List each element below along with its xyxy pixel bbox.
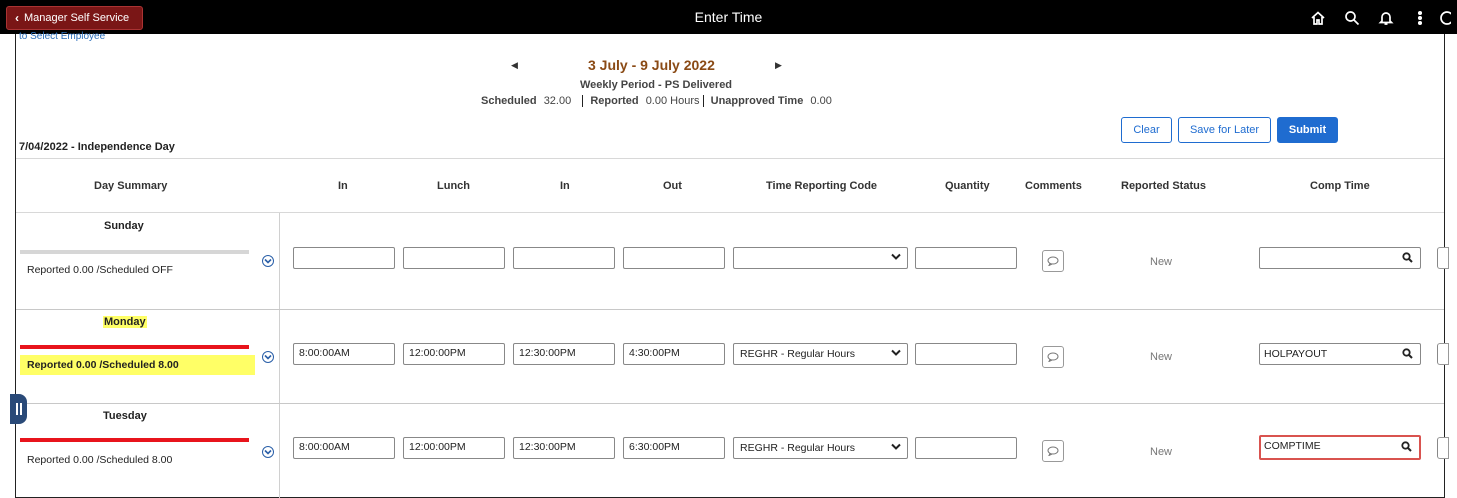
comp-time-value: COMPTIME [1264, 440, 1321, 452]
column-header-out: Out [663, 180, 682, 192]
divider [16, 309, 1444, 310]
chevron-down-icon [891, 252, 901, 264]
comp-time-field[interactable]: HOLPAYOUT [1259, 343, 1421, 365]
column-header-reported-status: Reported Status [1121, 180, 1206, 192]
column-header-lunch: Lunch [437, 180, 470, 192]
column-divider [279, 213, 280, 498]
day-reported-summary: Reported 0.00 /Scheduled OFF [27, 264, 173, 276]
day-reported-summary: Reported 0.00 /Scheduled 8.00 [20, 355, 255, 375]
quantity-field[interactable] [915, 247, 1017, 269]
reported-label: Reported [590, 95, 639, 107]
reported-status: New [1150, 446, 1173, 458]
in-time-field[interactable]: 8:00:00AM [293, 437, 395, 459]
out-time-field[interactable]: 4:30:00PM [623, 343, 725, 365]
trc-value: REGHR - Regular Hours [740, 442, 855, 454]
holiday-note: 7/04/2022 - Independence Day [19, 141, 175, 153]
chevron-down-icon [891, 348, 901, 360]
unapproved-label: Unapproved Time [710, 95, 804, 107]
top-header-bar: ‹ Manager Self Service Enter Time [0, 0, 1457, 34]
time-reporting-code-select[interactable]: REGHR - Regular Hours [733, 437, 908, 459]
in-time-field-2[interactable]: 12:30:00PM [513, 343, 615, 365]
expand-row-icon[interactable] [262, 351, 274, 363]
select-employee-link[interactable]: to Select Employee [19, 31, 105, 42]
comment-icon[interactable] [1042, 440, 1064, 462]
more-icon[interactable] [1403, 6, 1437, 30]
day-status-bar [20, 250, 249, 254]
chevron-down-icon [891, 442, 901, 454]
bell-icon[interactable] [1369, 6, 1403, 30]
out-time-field[interactable] [623, 247, 725, 269]
column-header-quantity: Quantity [945, 180, 990, 192]
day-reported-summary: Reported 0.00 /Scheduled 8.00 [27, 454, 173, 466]
home-icon[interactable] [1301, 6, 1335, 30]
comment-icon[interactable] [1042, 346, 1064, 368]
period-name: Weekly Period - PS Delivered [580, 79, 733, 91]
comp-time-field[interactable] [1259, 247, 1421, 269]
day-name: Monday [103, 316, 147, 328]
side-panel-toggle[interactable] [10, 394, 27, 424]
column-header-day-summary: Day Summary [94, 180, 168, 192]
time-reporting-code-select[interactable]: REGHR - Regular Hours [733, 343, 908, 365]
divider [16, 158, 1444, 159]
nav-icon[interactable] [1437, 6, 1457, 30]
in-time-field[interactable] [293, 247, 395, 269]
column-header-in-2: In [560, 180, 570, 192]
day-reported-summary-text: Reported 0.00 /Scheduled 8.00 [27, 359, 179, 371]
truncated-field[interactable] [1437, 437, 1449, 459]
lunch-time-field[interactable]: 12:00:00PM [403, 437, 505, 459]
scheduled-label: Scheduled [481, 95, 537, 107]
save-for-later-button[interactable]: Save for Later [1178, 117, 1271, 143]
in-time-field-2[interactable]: 12:30:00PM [513, 437, 615, 459]
column-header-in: In [338, 180, 348, 192]
day-status-bar [20, 438, 249, 442]
quantity-field[interactable] [915, 437, 1017, 459]
search-icon[interactable] [1402, 252, 1413, 266]
in-time-field-2[interactable] [513, 247, 615, 269]
in-time-field[interactable]: 8:00:00AM [293, 343, 395, 365]
truncated-field[interactable] [1437, 343, 1449, 365]
divider [16, 212, 1444, 213]
scheduled-value: 32.00 [543, 95, 572, 107]
search-icon[interactable] [1402, 348, 1413, 362]
column-header-comp-time: Comp Time [1310, 180, 1370, 192]
day-name: Tuesday [103, 410, 147, 422]
comp-time-value: HOLPAYOUT [1264, 348, 1328, 360]
column-header-time-reporting-code: Time Reporting Code [766, 180, 878, 192]
reported-value: 0.00 Hours [645, 95, 700, 107]
search-icon[interactable] [1335, 6, 1369, 30]
day-status-bar [20, 345, 249, 349]
lunch-time-field[interactable]: 12:00:00PM [403, 343, 505, 365]
divider [702, 95, 704, 108]
next-period-arrow-icon[interactable]: ▶ [775, 60, 782, 71]
header-icons [1301, 6, 1457, 30]
trc-value: REGHR - Regular Hours [740, 348, 855, 360]
expand-row-icon[interactable] [262, 255, 274, 267]
reported-status: New [1150, 256, 1173, 268]
unapproved-value: 0.00 [810, 95, 832, 107]
submit-button[interactable]: Submit [1277, 117, 1338, 143]
comp-time-field[interactable]: COMPTIME [1259, 435, 1421, 460]
search-icon[interactable] [1401, 441, 1412, 455]
time-reporting-code-select[interactable] [733, 247, 908, 269]
clear-button[interactable]: Clear [1121, 117, 1172, 143]
previous-period-arrow-icon[interactable]: ◀ [511, 60, 518, 71]
truncated-field[interactable] [1437, 247, 1449, 269]
lunch-time-field[interactable] [403, 247, 505, 269]
day-name: Sunday [104, 220, 144, 232]
column-header-comments: Comments [1025, 180, 1082, 192]
divider [16, 403, 1444, 404]
period-summary: Scheduled 32.00 Reported 0.00 Hours Unap… [481, 95, 836, 108]
quantity-field[interactable] [915, 343, 1017, 365]
comment-icon[interactable] [1042, 250, 1064, 272]
out-time-field[interactable]: 6:30:00PM [623, 437, 725, 459]
reported-status: New [1150, 351, 1173, 363]
date-range-title: 3 July - 9 July 2022 [588, 57, 715, 73]
expand-row-icon[interactable] [262, 446, 274, 458]
page-title: Enter Time [694, 9, 763, 25]
divider [582, 95, 584, 108]
